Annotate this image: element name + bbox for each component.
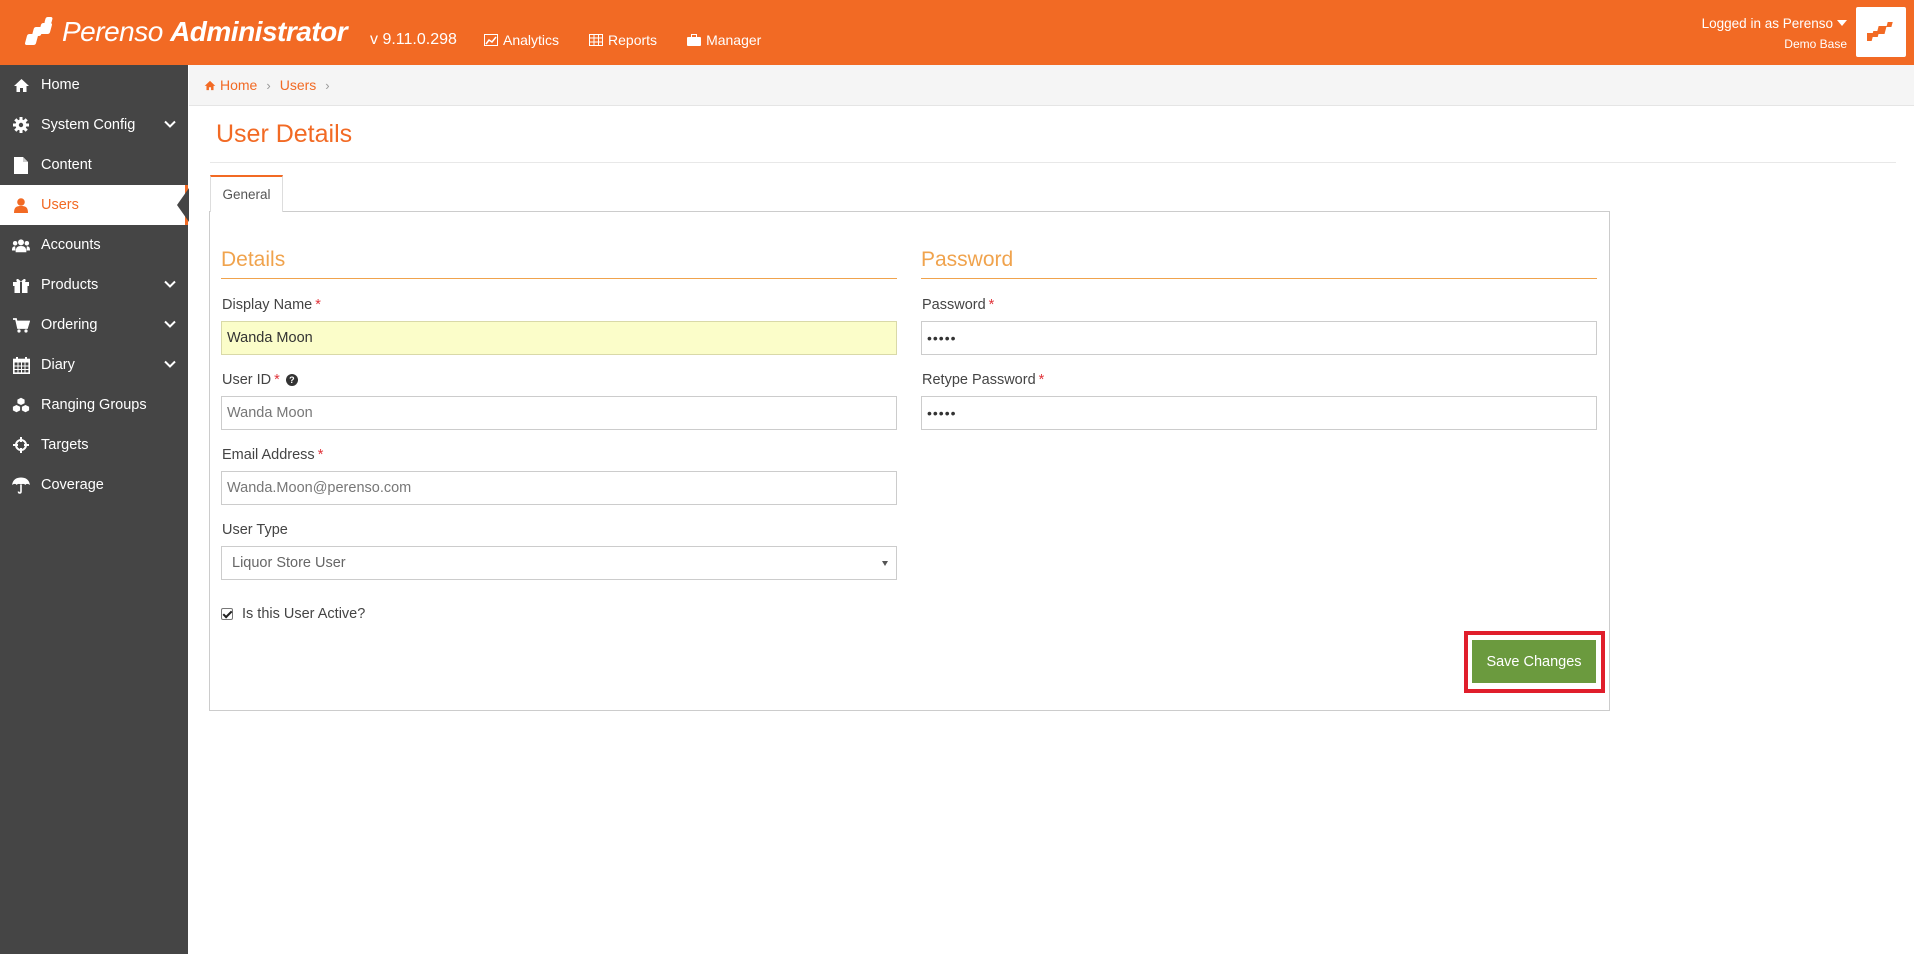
display-name-label: Display Name * — [222, 297, 321, 313]
breadcrumb-users[interactable]: Users — [280, 77, 317, 93]
required-marker: * — [1038, 372, 1045, 388]
help-icon[interactable]: ? — [285, 374, 298, 386]
app-title: Perenso Administrator — [62, 16, 348, 47]
user-menu[interactable]: Logged in as Perenso Demo Base — [1702, 14, 1847, 54]
user-type-label: User Type — [222, 522, 288, 538]
sidebar-item-system-config[interactable]: System Config — [0, 105, 188, 145]
details-section-title: Details — [221, 248, 286, 271]
caret-down-icon — [1837, 20, 1847, 26]
gift-icon — [12, 276, 30, 294]
sidebar-item-coverage[interactable]: Coverage — [0, 465, 188, 505]
file-icon — [12, 156, 30, 174]
sidebar-item-content[interactable]: Content — [0, 145, 188, 185]
title-divider — [210, 162, 1896, 163]
perenso-mark-icon — [1867, 22, 1893, 41]
required-marker: * — [274, 372, 280, 388]
users-icon — [12, 236, 30, 254]
required-marker: * — [988, 297, 995, 313]
password-label: Password * — [922, 297, 995, 313]
password-divider — [921, 278, 1597, 279]
briefcase-icon — [687, 34, 702, 46]
page-title: User Details — [216, 120, 353, 148]
password-input[interactable] — [921, 321, 1597, 355]
chevron-down-icon — [164, 120, 176, 128]
active-indicator — [185, 185, 188, 225]
sidebar: Home System Config Content Users Account… — [0, 65, 189, 954]
home-icon — [12, 76, 30, 94]
sidebar-item-products[interactable]: Products — [0, 265, 188, 305]
active-checkbox-row[interactable]: Is this User Active? — [221, 606, 365, 622]
sidebar-item-users[interactable]: Users — [0, 185, 189, 225]
login-status: Logged in as Perenso — [1701, 16, 1833, 31]
crosshairs-icon — [12, 436, 30, 454]
top-header: Perenso Administrator v 9.11.0.298 Analy… — [0, 0, 1914, 65]
sidebar-item-accounts[interactable]: Accounts — [0, 225, 188, 265]
user-icon — [12, 196, 30, 214]
nav-analytics[interactable]: Analytics — [484, 32, 559, 48]
user-type-select[interactable]: Liquor Store User — [221, 546, 897, 580]
sidebar-item-ordering[interactable]: Ordering — [0, 305, 188, 345]
top-nav: Analytics Reports Manager — [484, 32, 761, 48]
chart-icon — [484, 34, 498, 46]
email-input[interactable] — [221, 471, 897, 505]
save-changes-button[interactable]: Save Changes — [1472, 640, 1596, 683]
nav-reports[interactable]: Reports — [589, 32, 657, 48]
chevron-down-icon — [164, 280, 176, 288]
database-name: Demo Base — [1784, 37, 1847, 51]
sidebar-item-diary[interactable]: Diary — [0, 345, 188, 385]
password-section-title: Password — [921, 248, 1014, 271]
gear-icon — [12, 116, 30, 134]
table-icon — [589, 34, 604, 46]
email-label: Email Address * — [222, 447, 324, 463]
tab-general[interactable]: General — [210, 175, 283, 212]
retype-password-label: Retype Password * — [922, 372, 1045, 388]
version-label: v 9.11.0.298 — [370, 31, 457, 48]
sidebar-item-targets[interactable]: Targets — [0, 425, 188, 465]
perenso-logo-icon — [24, 15, 58, 49]
active-checkbox[interactable] — [221, 608, 233, 620]
dropdown-arrow-icon — [882, 561, 888, 566]
breadcrumb: Home › Users › — [189, 65, 1914, 106]
umbrella-icon — [12, 476, 30, 494]
cart-icon — [12, 316, 30, 334]
breadcrumb-home[interactable]: Home — [204, 77, 257, 93]
home-icon — [204, 80, 216, 90]
sidebar-item-home[interactable]: Home — [0, 65, 188, 105]
app-logo[interactable]: Perenso Administrator — [24, 10, 348, 54]
details-divider — [221, 278, 897, 279]
user-id-label: User ID *? — [222, 372, 298, 388]
breadcrumb-separator: › — [325, 77, 330, 93]
required-marker: * — [317, 447, 324, 463]
user-details-panel — [209, 211, 1610, 711]
avatar[interactable] — [1856, 7, 1906, 57]
required-marker: * — [315, 297, 321, 313]
user-id-input[interactable] — [221, 396, 897, 430]
cubes-icon — [12, 396, 30, 414]
display-name-input[interactable] — [221, 321, 897, 355]
breadcrumb-separator: › — [266, 77, 271, 93]
calendar-icon — [12, 356, 30, 374]
chevron-down-icon — [164, 320, 176, 328]
retype-password-input[interactable] — [921, 396, 1597, 430]
chevron-down-icon — [164, 360, 176, 368]
sidebar-item-ranging-groups[interactable]: Ranging Groups — [0, 385, 188, 425]
nav-manager[interactable]: Manager — [687, 32, 761, 48]
